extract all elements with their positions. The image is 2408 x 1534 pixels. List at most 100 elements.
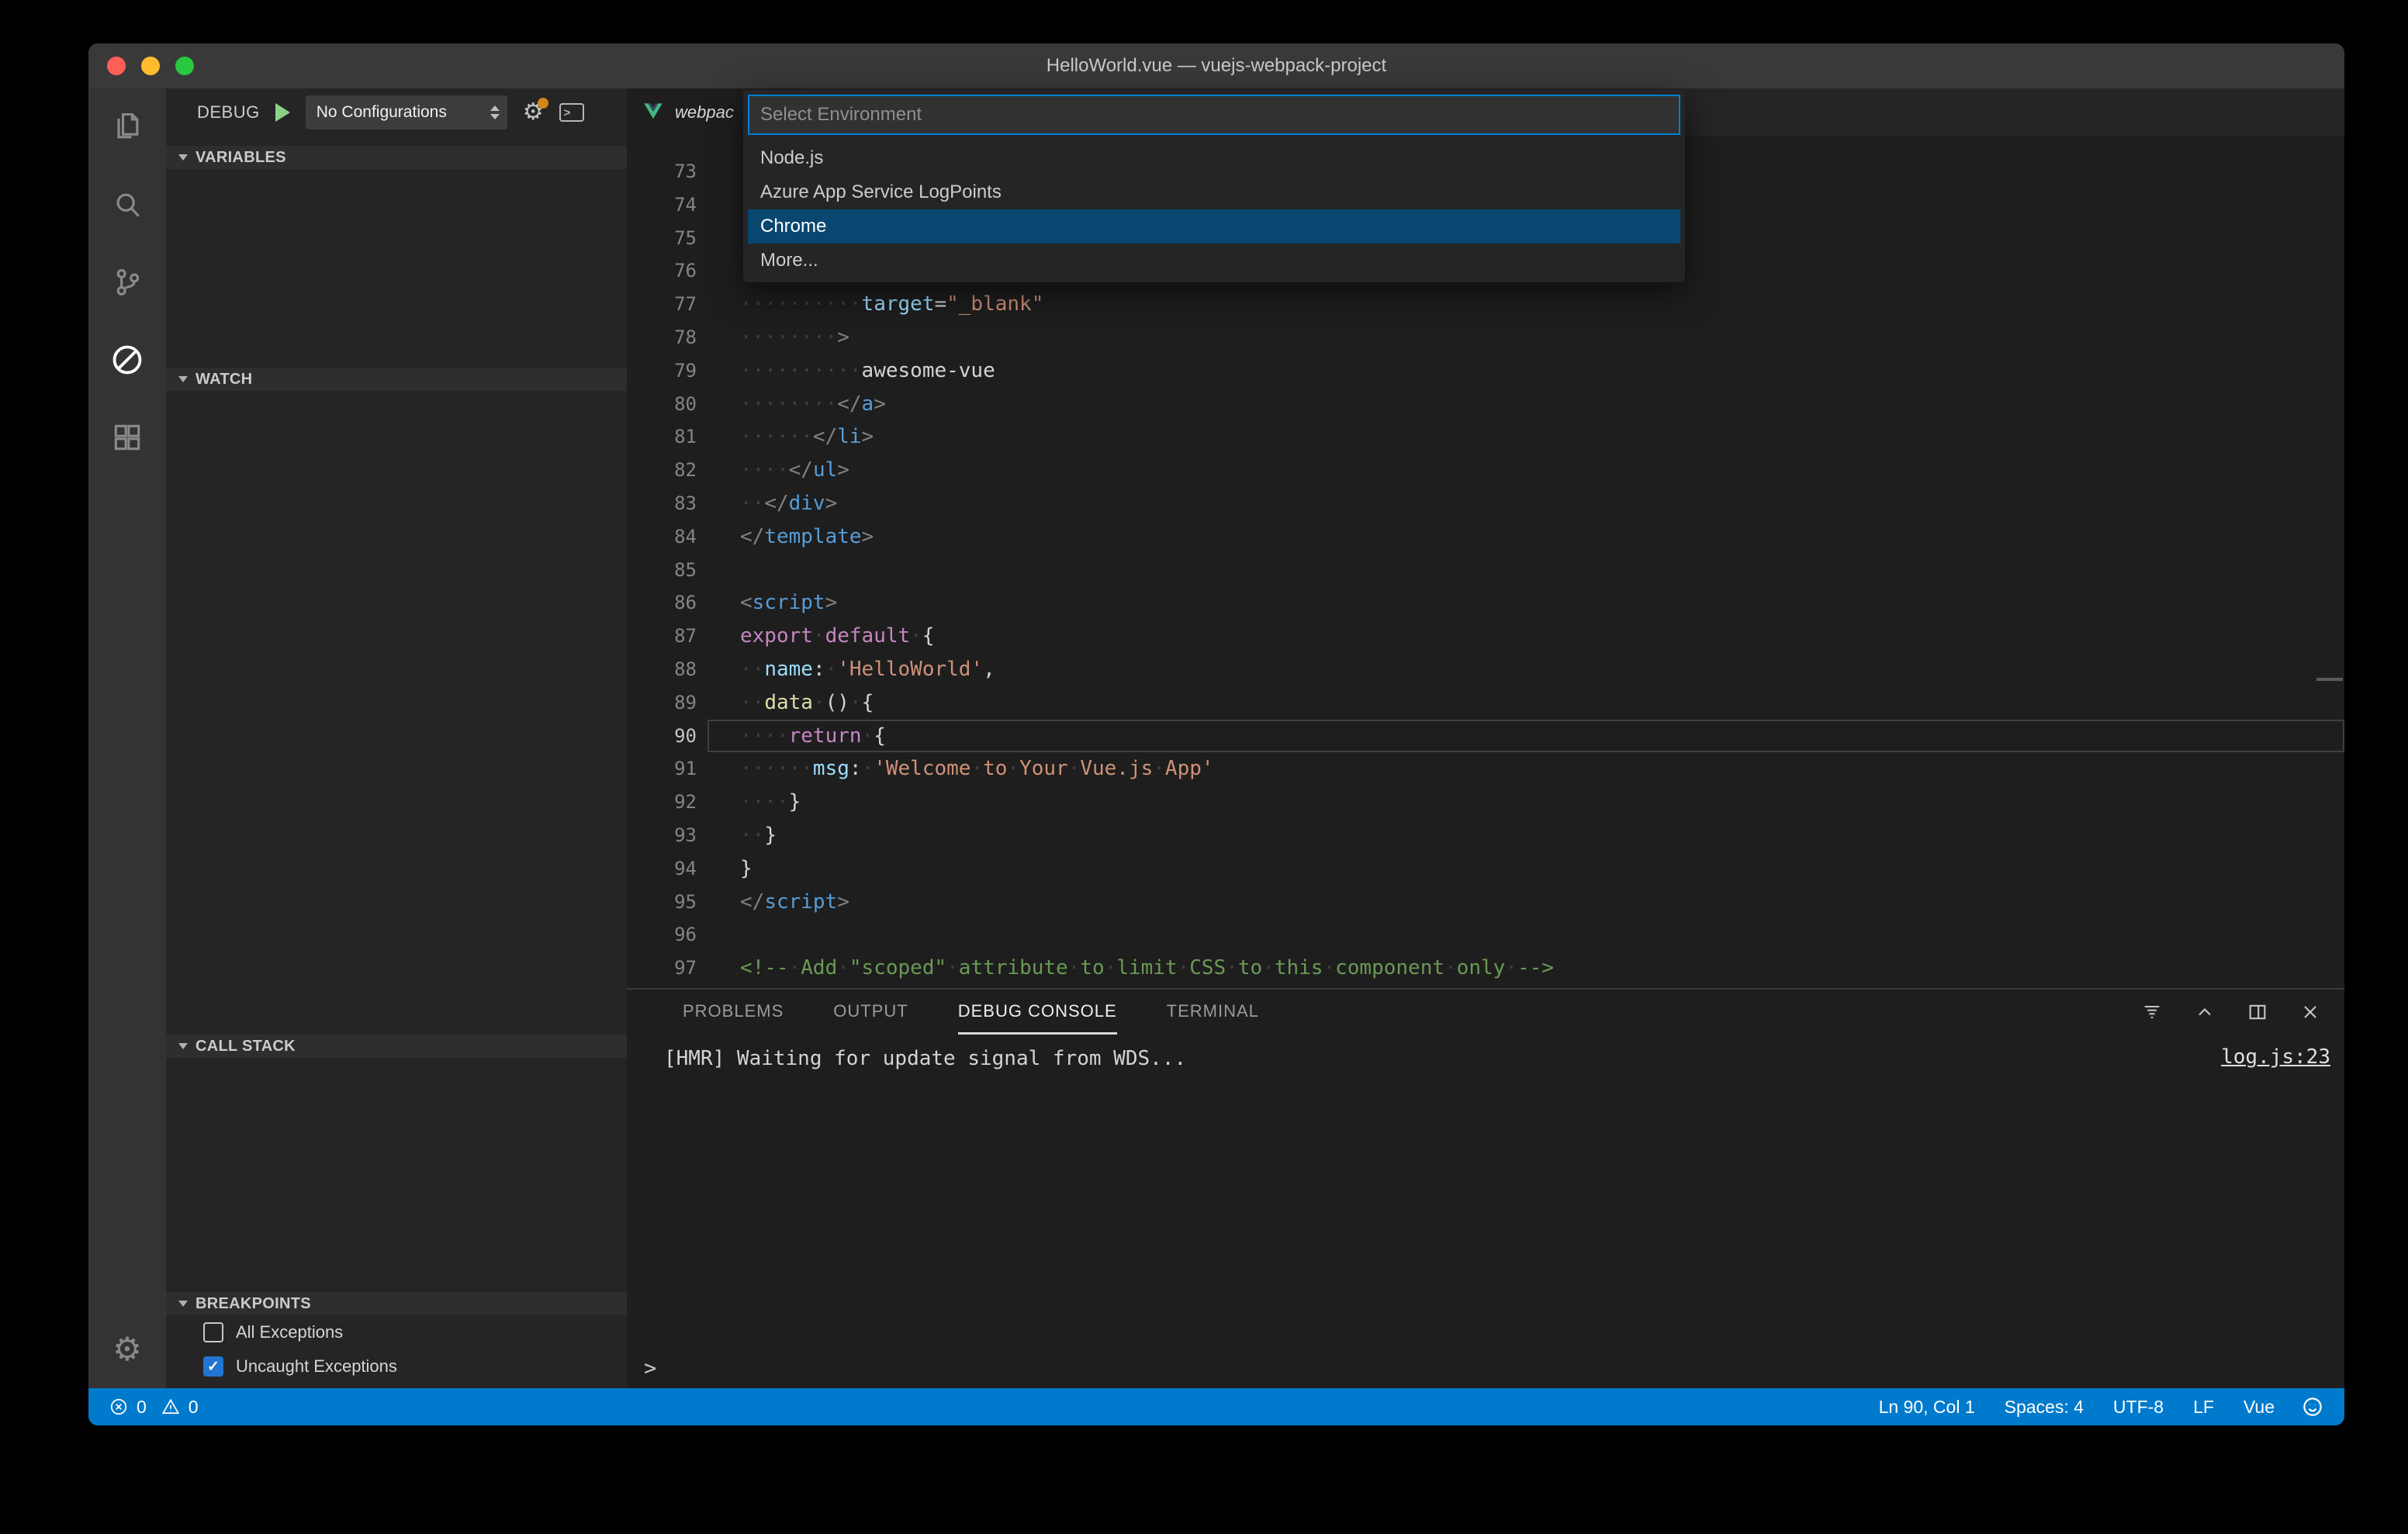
code-line[interactable]: 86 <script> — [627, 586, 2344, 620]
maximize-panel-chevron-up-icon[interactable] — [2194, 1001, 2216, 1023]
filter-icon[interactable] — [2141, 1001, 2163, 1023]
status-item[interactable]: Vue — [2244, 1397, 2275, 1418]
line-number[interactable]: 79 — [627, 354, 708, 388]
line-number[interactable]: 73 — [627, 155, 708, 188]
uncaught-exceptions-checkbox[interactable]: ✓ — [203, 1356, 223, 1377]
zoom-window-button[interactable] — [175, 57, 194, 75]
minimize-window-button[interactable] — [141, 57, 160, 75]
extensions-icon[interactable] — [88, 399, 166, 476]
quickpick-item[interactable]: Azure App Service LogPoints — [748, 175, 1680, 209]
line-number[interactable]: 92 — [627, 786, 708, 819]
line-number[interactable]: 96 — [627, 918, 708, 952]
line-content: </script> — [740, 890, 849, 914]
variables-section-label: VARIABLES — [195, 148, 286, 166]
code-line[interactable]: 91 ······msg:·'Welcome·to·Your·Vue.js·App… — [627, 752, 2344, 786]
line-number[interactable]: 94 — [627, 852, 708, 886]
console-input-prompt[interactable]: > — [644, 1356, 656, 1380]
panel-tab-debug-console[interactable]: DEBUG CONSOLE — [957, 990, 1117, 1035]
breakpoint-uncaught-exceptions-row[interactable]: ✓ Uncaught Exceptions — [166, 1349, 627, 1384]
debug-sidebar: DEBUG No Configurations ⚙ > VARIABLES WA… — [166, 88, 627, 1388]
line-number[interactable]: 81 — [627, 420, 708, 454]
code-line[interactable]: 92 ····} — [627, 786, 2344, 819]
line-number[interactable]: 75 — [627, 222, 708, 255]
line-number[interactable]: 90 — [627, 720, 708, 753]
line-number[interactable]: 87 — [627, 620, 708, 653]
code-line[interactable]: 94} — [627, 852, 2344, 886]
all-exceptions-checkbox[interactable]: ✓ — [203, 1322, 223, 1342]
quick-pick-input[interactable] — [748, 95, 1680, 135]
console-source-link[interactable]: log.js:23 — [2221, 1045, 2330, 1069]
line-number[interactable]: 77 — [627, 288, 708, 321]
variables-section-header[interactable]: VARIABLES — [166, 146, 627, 169]
scrollbar-marker[interactable] — [2316, 678, 2343, 681]
line-number[interactable]: 80 — [627, 388, 708, 421]
close-panel-icon[interactable] — [2299, 1001, 2321, 1023]
call-stack-section-header[interactable]: CALL STACK — [166, 1035, 627, 1058]
settings-gear-icon[interactable]: ⚙ — [88, 1311, 166, 1388]
code-line[interactable]: 89 ··data·()·{ — [627, 686, 2344, 720]
breakpoint-all-exceptions-row[interactable]: ✓ All Exceptions — [166, 1315, 627, 1349]
quickpick-item[interactable]: Node.js — [748, 141, 1680, 175]
split-panel-icon[interactable] — [2247, 1001, 2268, 1023]
call-stack-section-label: CALL STACK — [195, 1037, 296, 1055]
code-line[interactable]: 97 <!--·Add·"scoped"·attribute·to·limit·C… — [627, 952, 2344, 985]
line-content: export·default·{ — [740, 624, 935, 648]
panel-tab-problems[interactable]: PROBLEMS — [683, 990, 784, 1035]
watch-section-header[interactable]: WATCH — [166, 368, 627, 391]
code-line[interactable]: 95 </script> — [627, 886, 2344, 919]
line-number[interactable]: 91 — [627, 752, 708, 786]
close-window-button[interactable] — [107, 57, 126, 75]
breakpoints-section-header[interactable]: BREAKPOINTS — [166, 1292, 627, 1315]
quickpick-item[interactable]: Chrome — [748, 209, 1680, 244]
feedback-smiley-icon[interactable] — [2301, 1395, 2324, 1418]
code-line[interactable]: 85 — [627, 554, 2344, 587]
line-number[interactable]: 97 — [627, 952, 708, 985]
open-debug-console-icon[interactable]: > — [559, 103, 584, 122]
configure-warning-badge — [537, 98, 548, 109]
explorer-icon[interactable] — [88, 88, 166, 166]
line-number[interactable]: 84 — [627, 520, 708, 554]
code-line[interactable]: 82 ····</ul> — [627, 454, 2344, 487]
title-bar[interactable]: HelloWorld.vue — vuejs-webpack-project — [88, 43, 2344, 88]
line-number[interactable]: 93 — [627, 819, 708, 852]
line-content: ··········awesome-vue — [740, 358, 995, 382]
source-control-icon[interactable] — [88, 244, 166, 321]
status-item[interactable]: UTF-8 — [2113, 1397, 2164, 1418]
line-number[interactable]: 82 — [627, 454, 708, 487]
line-number[interactable]: 76 — [627, 254, 708, 288]
panel-tab-terminal[interactable]: TERMINAL — [1167, 990, 1259, 1035]
code-line[interactable]: 87 export·default·{ — [627, 620, 2344, 653]
code-line[interactable]: 83 ··</div> — [627, 487, 2344, 520]
code-line[interactable]: 96 — [627, 918, 2344, 952]
status-item[interactable]: Spaces: 4 — [2005, 1397, 2084, 1418]
code-line[interactable]: 79 ··········awesome-vue — [627, 354, 2344, 388]
code-line[interactable]: 81 ······</li> — [627, 420, 2344, 454]
code-line[interactable]: 84 </template> — [627, 520, 2344, 554]
code-line[interactable]: 80 ········</a> — [627, 388, 2344, 421]
debug-icon[interactable] — [88, 321, 166, 399]
quickpick-item[interactable]: More... — [748, 244, 1680, 278]
line-number[interactable]: 89 — [627, 686, 708, 720]
line-number[interactable]: 85 — [627, 554, 708, 587]
start-debug-button[interactable] — [275, 103, 290, 122]
line-number[interactable]: 74 — [627, 188, 708, 222]
code-line[interactable]: 78 ········> — [627, 321, 2344, 354]
problems-status[interactable]: 0 0 — [109, 1397, 199, 1418]
line-number[interactable]: 86 — [627, 586, 708, 620]
chevron-down-icon — [178, 376, 188, 382]
code-line[interactable]: 88 ··name:·'HelloWorld', — [627, 653, 2344, 686]
status-item[interactable]: Ln 90, Col 1 — [1879, 1397, 1975, 1418]
line-number[interactable]: 95 — [627, 886, 708, 919]
debug-configuration-dropdown[interactable]: No Configurations — [305, 95, 507, 130]
code-line[interactable]: 77 ··········target="_blank" — [627, 288, 2344, 321]
line-number[interactable]: 83 — [627, 487, 708, 520]
search-icon[interactable] — [88, 166, 166, 244]
panel-tab-output[interactable]: OUTPUT — [833, 990, 908, 1035]
line-number[interactable]: 88 — [627, 653, 708, 686]
code-line[interactable]: 90 ····return·{ — [627, 720, 2344, 753]
status-item[interactable]: LF — [2193, 1397, 2214, 1418]
debug-console-output[interactable]: [HMR] Waiting for update signal from WDS… — [627, 1035, 2344, 1388]
code-line[interactable]: 93 ··} — [627, 819, 2344, 852]
configure-gear-icon[interactable]: ⚙ — [523, 98, 548, 124]
line-number[interactable]: 78 — [627, 321, 708, 354]
